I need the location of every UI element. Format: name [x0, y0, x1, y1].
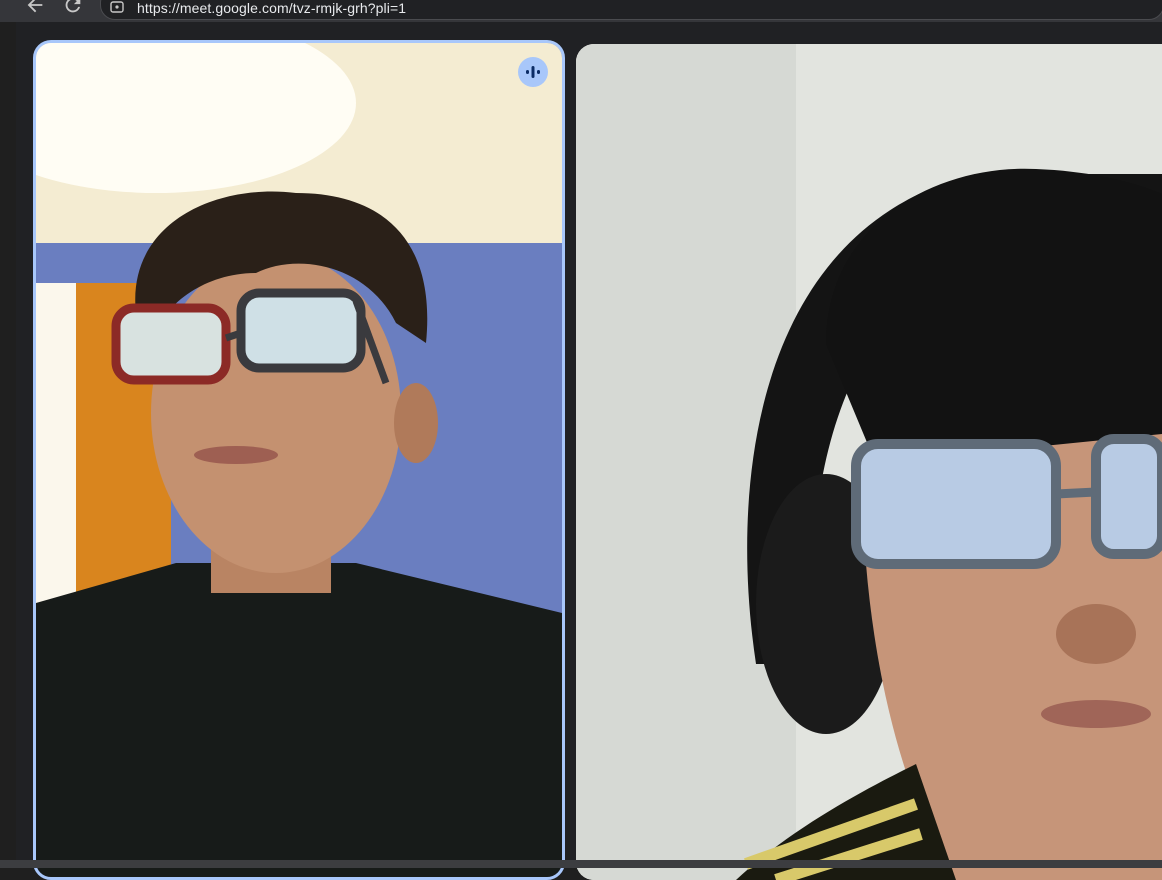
bottom-control-bar-edge [0, 860, 1162, 868]
participant-tile-2[interactable] [576, 44, 1162, 880]
audio-level-icon [518, 57, 548, 87]
address-bar[interactable]: https://meet.google.com/tvz-rmjk-grh?pli… [100, 0, 1162, 20]
participant-tile-1[interactable] [33, 40, 565, 880]
reload-icon[interactable] [62, 0, 84, 16]
browser-toolbar: https://meet.google.com/tvz-rmjk-grh?pli… [0, 0, 1162, 22]
url-text: https://meet.google.com/tvz-rmjk-grh?pli… [137, 0, 407, 16]
site-info-icon[interactable] [109, 0, 125, 15]
back-arrow-icon[interactable] [24, 0, 46, 16]
participant-video-2 [576, 44, 1162, 880]
participant-video-1 [36, 43, 562, 877]
meet-stage [16, 22, 1162, 880]
